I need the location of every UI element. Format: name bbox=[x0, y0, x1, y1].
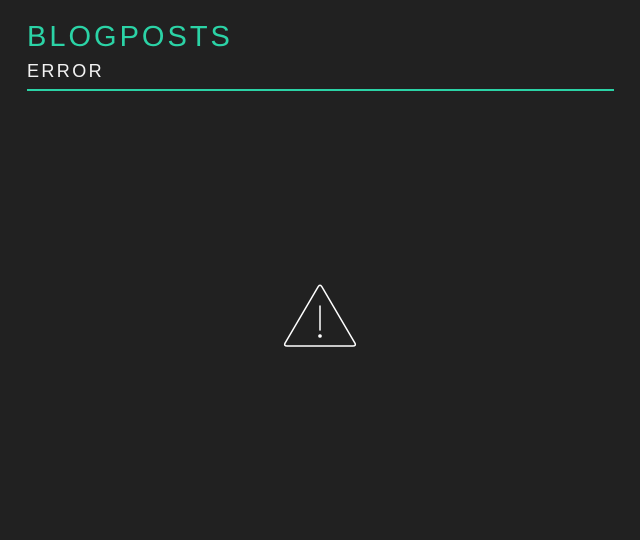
page-subtitle: ERROR bbox=[27, 61, 105, 81]
header-divider bbox=[27, 89, 614, 91]
page-title: BLOGPOSTS bbox=[27, 21, 233, 53]
warning-triangle-icon bbox=[283, 283, 357, 348]
page-header: BLOGPOSTS ERROR bbox=[27, 20, 614, 82]
